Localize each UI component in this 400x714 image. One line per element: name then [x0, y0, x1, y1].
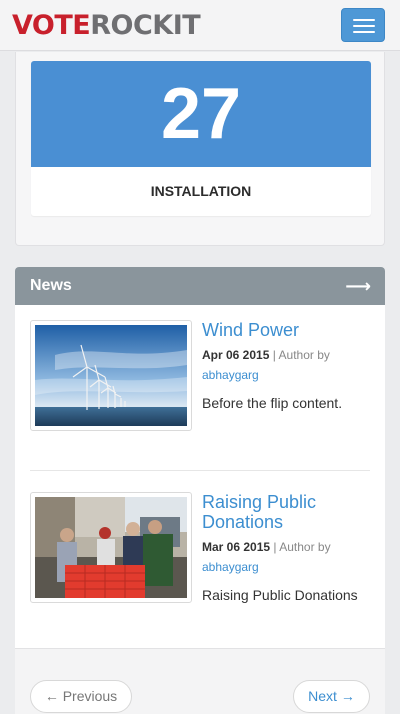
news-title: News — [30, 277, 72, 294]
news-item-body: Raising Public Donations Mar 06 2015 | A… — [202, 492, 372, 604]
hamburger-menu-button[interactable] — [341, 8, 385, 42]
stat-label: INSTALLATION — [150, 183, 252, 199]
logo-part-vote: VOTE — [12, 10, 91, 41]
stat-card: 27 INSTALLATION — [31, 61, 371, 216]
meta-separator: | — [272, 348, 276, 362]
hamburger-icon-bar — [353, 31, 375, 33]
wind-turbines-image — [35, 325, 187, 426]
news-thumbnail-wind-turbines[interactable] — [30, 320, 192, 431]
top-navbar: VOTEROCKIT — [0, 0, 400, 51]
news-item-author-link[interactable]: abhaygarg — [202, 557, 372, 577]
news-thumbnail-donations[interactable] — [30, 492, 192, 603]
author-prefix: Author by — [279, 540, 331, 554]
news-item-title[interactable]: Wind Power — [202, 320, 372, 340]
news-item-excerpt: Before the flip content. — [202, 395, 343, 411]
news-item-excerpt: Raising Public Donations — [202, 587, 358, 603]
arrow-right-icon[interactable]: ⟶ — [345, 267, 371, 305]
news-item-author-link[interactable]: abhaygarg — [202, 365, 372, 385]
news-header: News ⟶ — [15, 267, 385, 305]
meta-separator: | — [273, 540, 277, 554]
news-item-meta: Apr 06 2015 | Author by abhaygarg — [202, 345, 372, 385]
logo-part-rockit: ROCKIT — [90, 10, 201, 41]
news-item-body: Wind Power Apr 06 2015 | Author by abhay… — [202, 320, 372, 412]
news-item-date: Apr 06 2015 — [202, 348, 270, 362]
hamburger-icon-bar — [353, 25, 375, 27]
news-item-meta: Mar 06 2015 | Author by abhaygarg — [202, 537, 372, 577]
author-prefix: Author by — [278, 348, 330, 362]
hamburger-icon — [353, 19, 375, 21]
stats-panel: 27 INSTALLATION — [15, 52, 385, 246]
stat-value: 27 — [31, 61, 371, 167]
news-item-date: Mar 06 2015 — [202, 540, 271, 554]
next-button[interactable]: Next → — [293, 680, 370, 713]
news-item-title[interactable]: Raising Public Donations — [202, 492, 372, 532]
news-divider — [30, 470, 370, 471]
donations-image — [35, 497, 187, 598]
vote-rockit-logo[interactable]: VOTEROCKIT — [12, 10, 201, 41]
pager-area: ← Previous Next → — [15, 648, 385, 714]
news-panel: News ⟶ Wind Power Apr 06 2015 | Author b… — [15, 267, 385, 714]
previous-button[interactable]: ← Previous — [30, 680, 132, 713]
